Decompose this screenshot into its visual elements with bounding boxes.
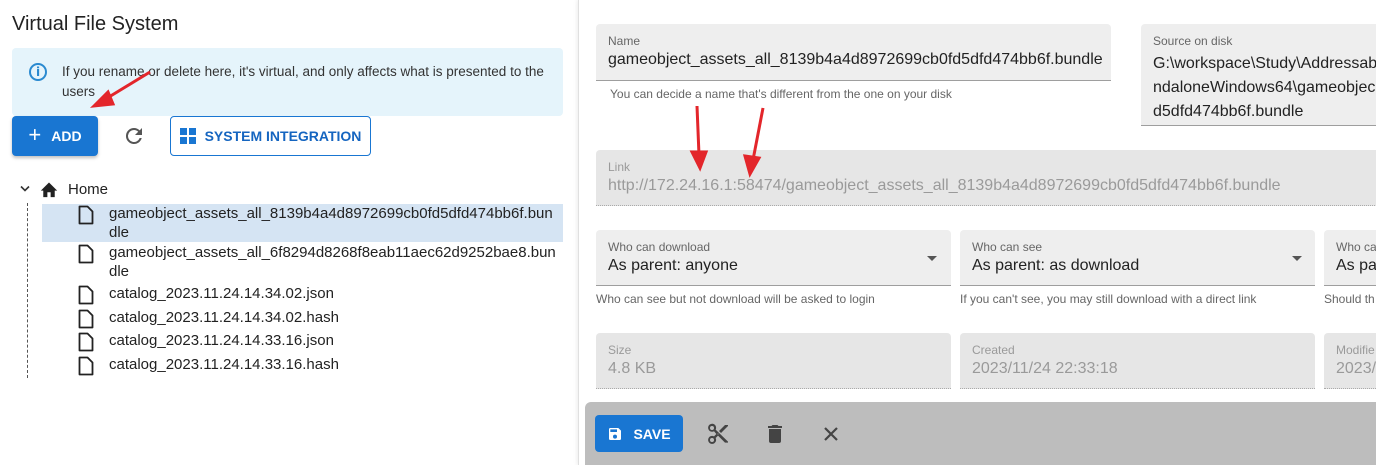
system-integration-label: SYSTEM INTEGRATION — [204, 128, 362, 144]
tree-file-item[interactable]: gameobject_assets_all_6f8294d8268f8eab11… — [42, 243, 563, 281]
size-label: Size — [608, 343, 632, 357]
info-banner: i If you rename or delete here, it's vir… — [12, 48, 563, 116]
delete-icon[interactable] — [763, 422, 787, 446]
file-details-panel: Name gameobject_assets_all_8139b4a4d8972… — [578, 0, 1376, 465]
link-field-label: Link — [608, 160, 631, 174]
third-permission-select[interactable]: Who ca As pa — [1324, 230, 1376, 286]
file-icon — [78, 205, 94, 225]
created-label: Created — [972, 343, 1015, 357]
tree-file-item[interactable]: gameobject_assets_all_8139b4a4d8972699cb… — [42, 204, 563, 242]
third-permission-helper: Should th — [1324, 292, 1375, 306]
plus-icon: + — [28, 122, 42, 147]
who-can-see-select[interactable]: Who can see As parent: as download — [960, 230, 1315, 286]
modified-label: Modifie — [1336, 343, 1375, 357]
tree-root-label: Home — [68, 180, 109, 198]
tree-file-item[interactable]: catalog_2023.11.24.14.34.02.hash — [42, 308, 563, 329]
name-field-label: Name — [608, 34, 641, 48]
tree-file-name: catalog_2023.11.24.14.33.16.hash — [109, 356, 339, 373]
size-field: Size 4.8 KB — [596, 333, 951, 389]
modified-field: Modifie 2023/ — [1324, 333, 1376, 389]
link-field-value: http://172.24.16.1:58474/gameobject_asse… — [608, 177, 1281, 194]
page-title: Virtual File System — [12, 13, 179, 35]
cut-icon[interactable] — [706, 422, 730, 446]
system-integration-button[interactable]: SYSTEM INTEGRATION — [170, 116, 371, 156]
tree-file-name: catalog_2023.11.24.14.33.16.json — [109, 332, 334, 349]
add-button[interactable]: + ADD — [12, 116, 98, 156]
source-line: ndaloneWindows64\gameobjec — [1153, 79, 1376, 96]
add-button-label: ADD — [51, 128, 82, 144]
source-line: d5dfd474bb6f.bundle — [1153, 103, 1304, 120]
dropdown-caret-icon[interactable] — [927, 256, 937, 261]
tree-file-name: gameobject_assets_all_6f8294d8268f8eab11… — [109, 244, 556, 280]
action-toolbar: SAVE — [585, 402, 1376, 465]
source-field-label: Source on disk — [1153, 34, 1233, 48]
refresh-icon[interactable] — [122, 124, 146, 148]
who-can-see-label: Who can see — [972, 240, 1043, 254]
file-icon — [78, 332, 94, 352]
link-field: Link http://172.24.16.1:58474/gameobject… — [596, 150, 1376, 206]
name-field[interactable]: Name gameobject_assets_all_8139b4a4d8972… — [596, 24, 1111, 81]
created-value: 2023/11/24 22:33:18 — [972, 360, 1118, 377]
tree-guide-line — [27, 203, 28, 378]
source-line: G:\workspace\Study\Addressab — [1153, 55, 1376, 72]
info-text: If you rename or delete here, it's virtu… — [62, 64, 544, 99]
file-tree-panel: Virtual File System i If you rename or d… — [0, 0, 578, 465]
who-can-see-helper: If you can't see, you may still download… — [960, 292, 1257, 306]
third-permission-value: As pa — [1336, 257, 1376, 274]
file-icon — [78, 309, 94, 329]
tree-file-item[interactable]: catalog_2023.11.24.14.33.16.hash — [42, 355, 563, 376]
dropdown-caret-icon[interactable] — [1292, 256, 1302, 261]
who-can-see-value: As parent: as download — [972, 257, 1140, 274]
file-icon — [78, 285, 94, 305]
file-icon — [78, 356, 94, 376]
source-field-value: G:\workspace\Study\Addressab ndaloneWind… — [1153, 52, 1376, 124]
third-permission-label: Who ca — [1336, 240, 1376, 254]
tree-file-name: catalog_2023.11.24.14.34.02.hash — [109, 309, 339, 326]
tree-file-name: catalog_2023.11.24.14.34.02.json — [109, 285, 334, 302]
tree-root-home[interactable]: Home — [20, 178, 108, 200]
tree-file-item[interactable]: catalog_2023.11.24.14.33.16.json — [42, 331, 563, 352]
tree-file-item[interactable]: catalog_2023.11.24.14.34.02.json — [42, 284, 563, 305]
windows-icon — [179, 128, 196, 144]
size-value: 4.8 KB — [608, 360, 657, 377]
who-can-download-select[interactable]: Who can download As parent: anyone — [596, 230, 951, 286]
created-field: Created 2023/11/24 22:33:18 — [960, 333, 1315, 389]
chevron-down-icon[interactable] — [20, 185, 30, 193]
home-icon — [40, 182, 58, 198]
tree-file-name: gameobject_assets_all_8139b4a4d8972699cb… — [109, 205, 553, 241]
source-on-disk-field: Source on disk G:\workspace\Study\Addres… — [1141, 24, 1376, 126]
info-icon: i — [29, 63, 47, 81]
file-icon — [78, 244, 94, 264]
save-icon — [609, 427, 622, 440]
save-button[interactable]: SAVE — [595, 415, 683, 452]
modified-value: 2023/ — [1336, 360, 1376, 377]
who-can-download-label: Who can download — [608, 240, 711, 254]
name-helper-text: You can decide a name that's different f… — [610, 87, 952, 101]
name-field-value[interactable]: gameobject_assets_all_8139b4a4d8972699cb… — [608, 51, 1103, 69]
who-can-download-value: As parent: anyone — [608, 257, 738, 274]
save-button-label: SAVE — [633, 425, 671, 442]
close-icon[interactable] — [819, 422, 843, 446]
who-can-download-helper: Who can see but not download will be ask… — [596, 292, 875, 306]
